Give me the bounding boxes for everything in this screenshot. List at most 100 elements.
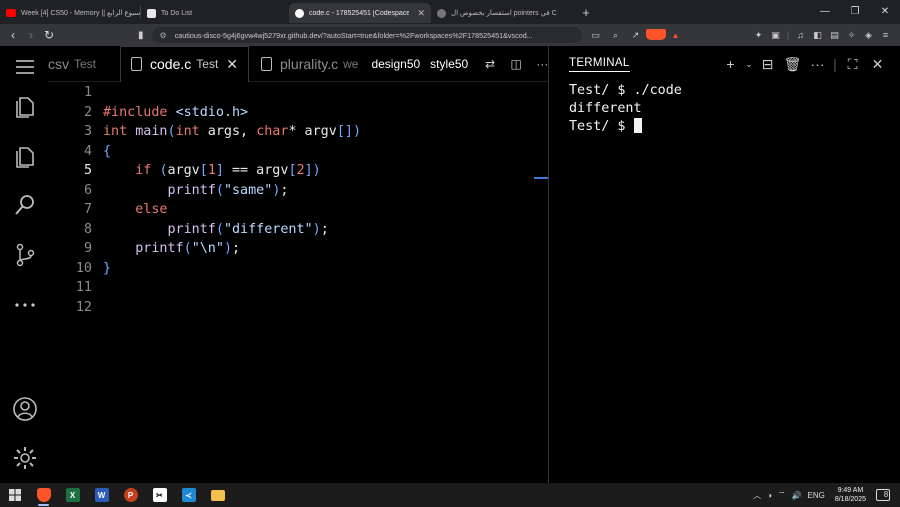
vpn-icon[interactable]: ◈ (860, 30, 877, 41)
code-line[interactable]: 9 printf("\n"); (48, 241, 548, 261)
windows-taskbar: X W P ✂ ≺ ︿ ◑ ⌔ 🔊 ENG 9:49 AM 8/18/2025 … (0, 483, 900, 507)
code-token: args, (199, 124, 257, 139)
code-line[interactable]: 8 printf("different"); (48, 222, 548, 242)
code-line[interactable]: 6 printf("same"); (48, 183, 548, 203)
terminal-prompt-line: Test/ $ (569, 118, 889, 136)
code-token: == argv (223, 163, 289, 178)
notifications-icon[interactable]: 8 (876, 489, 890, 501)
code-line[interactable]: 10} (48, 261, 548, 281)
taskbar-excel[interactable]: X (58, 483, 87, 507)
url-field[interactable]: ⚙ cautious-disco-5g4j6gvw4wj5279xr.githu… (151, 27, 582, 43)
trash-icon[interactable]: 🗑 (780, 56, 805, 73)
browser-tab-active[interactable]: code.c - 178525451 [Codespaces] ✕ (289, 3, 431, 23)
chevron-up-icon[interactable]: ︿ (753, 490, 761, 501)
terminal-tab[interactable]: TERMINAL (569, 57, 630, 72)
menu-hamburger-icon[interactable] (12, 54, 38, 80)
volume-icon[interactable]: 🔊 (792, 491, 802, 500)
wallet-icon[interactable]: ▤ (826, 30, 843, 41)
taskbar-brave[interactable] (29, 483, 58, 507)
rewards-icon[interactable]: ▲ (666, 31, 686, 40)
code-editor[interactable]: 1 2 #include <stdio.h> 3 int main(int args, … (48, 82, 548, 483)
browser-tab[interactable]: Week [4] CS50 - Memory || الأسبوع الرابع (0, 3, 140, 23)
language-indicator[interactable]: ENG (808, 491, 825, 500)
code-line[interactable]: 3 int main(int args, char* argv[]) (48, 124, 548, 144)
code-line[interactable]: 12 (48, 300, 548, 320)
forward-icon[interactable]: › (22, 28, 40, 42)
editor-tab[interactable]: plurality.c we (253, 46, 366, 82)
share-icon[interactable]: ↗ (626, 30, 646, 41)
screenshot-icon[interactable]: ▣ (767, 30, 784, 41)
taskbar-vscode[interactable]: ≺ (174, 483, 203, 507)
tab-name: csv (48, 55, 69, 72)
meet-icon[interactable]: ◑ (767, 491, 772, 500)
tab-desc: Test (74, 56, 97, 71)
maximize-icon[interactable]: ❐ (840, 0, 870, 24)
split-editor-icon[interactable]: ◫ (503, 57, 529, 71)
taskbar-capcut[interactable]: ✂ (145, 483, 174, 507)
browser-tab-title: استفسار بخصوص ال pointers في C (451, 10, 557, 17)
code-token: ( (215, 182, 224, 198)
search-icon[interactable] (12, 192, 38, 218)
code-token: printf (167, 221, 216, 237)
code-line[interactable]: 5 if (argv[1] == argv[2]) (48, 163, 548, 183)
file-icon (261, 56, 273, 71)
install-app-icon[interactable]: ▭ (586, 30, 606, 41)
maximize-panel-icon[interactable]: ⛶ (840, 56, 865, 73)
leo-icon[interactable]: ✧ (843, 30, 860, 41)
code-line[interactable]: 7 else (48, 202, 548, 222)
sidebar-icon[interactable]: ◧ (809, 30, 826, 41)
menu-icon[interactable]: ≡ (877, 30, 894, 40)
explorer-copy-icon[interactable] (12, 143, 38, 169)
file-icon (131, 57, 143, 71)
editor-tab-active[interactable]: code.c Test ✕ (120, 45, 250, 82)
back-icon[interactable]: ‹ (4, 28, 22, 42)
browser-tab[interactable]: To Do List (141, 3, 281, 23)
chevron-down-icon[interactable]: ⌄ (743, 59, 755, 70)
code-line[interactable]: 4{ (48, 144, 548, 164)
start-button[interactable] (0, 483, 29, 507)
minimize-icon[interactable]: — (810, 0, 840, 24)
editor-tab[interactable]: csv Test (48, 46, 104, 82)
code-token: main (135, 124, 168, 139)
zoom-icon[interactable]: ⌕ (606, 30, 626, 41)
source-control-icon[interactable] (12, 242, 38, 268)
code-line[interactable]: 2 #include <stdio.h> (48, 105, 548, 125)
bookmark-icon[interactable]: ▮ (138, 30, 144, 41)
code-line[interactable]: 11 (48, 280, 548, 300)
new-terminal-icon[interactable]: + (718, 56, 743, 72)
code-text: printf("same"); (103, 182, 289, 198)
folder-icon (210, 489, 225, 501)
new-tab-button[interactable]: + (576, 5, 596, 20)
extensions-icon[interactable]: ✦ (750, 30, 767, 41)
terminal-output[interactable]: Test/ $ ./code different Test/ $ (569, 82, 889, 136)
reload-icon[interactable]: ↻ (40, 28, 58, 42)
style50-button[interactable]: style50 (425, 46, 473, 82)
split-terminal-icon[interactable]: ⊟ (755, 56, 780, 73)
compare-icon[interactable]: ⇄ (477, 57, 503, 71)
settings-gear-icon[interactable] (12, 445, 38, 471)
account-icon[interactable] (12, 396, 38, 422)
more-icon[interactable]: ··· (805, 56, 830, 72)
taskbar-word[interactable]: W (87, 483, 116, 507)
site-info-icon[interactable]: ⚙ (160, 31, 167, 40)
music-icon[interactable]: ♫ (792, 30, 809, 40)
brave-shields-icon[interactable] (645, 28, 666, 42)
close-tab-icon[interactable]: ✕ (417, 8, 425, 19)
code-line[interactable]: 1 (48, 85, 548, 105)
browser-tab[interactable]: استفسار بخصوص ال pointers في C (431, 3, 576, 23)
taskbar-file-explorer[interactable] (203, 483, 232, 507)
line-number: 8 (83, 221, 92, 237)
panel-divider[interactable] (548, 46, 549, 483)
explorer-icon[interactable] (12, 93, 38, 119)
network-icon[interactable]: ⌔ (778, 490, 786, 500)
close-icon[interactable]: ✕ (226, 56, 238, 73)
close-panel-icon[interactable]: ✕ (865, 56, 890, 73)
code-token: "different" (223, 221, 313, 237)
taskbar-powerpoint[interactable]: P (116, 483, 145, 507)
close-window-icon[interactable]: ✕ (870, 0, 900, 24)
clock[interactable]: 9:49 AM 8/18/2025 (835, 486, 866, 504)
more-icon[interactable] (12, 292, 38, 318)
design50-button[interactable]: design50 (366, 46, 425, 82)
